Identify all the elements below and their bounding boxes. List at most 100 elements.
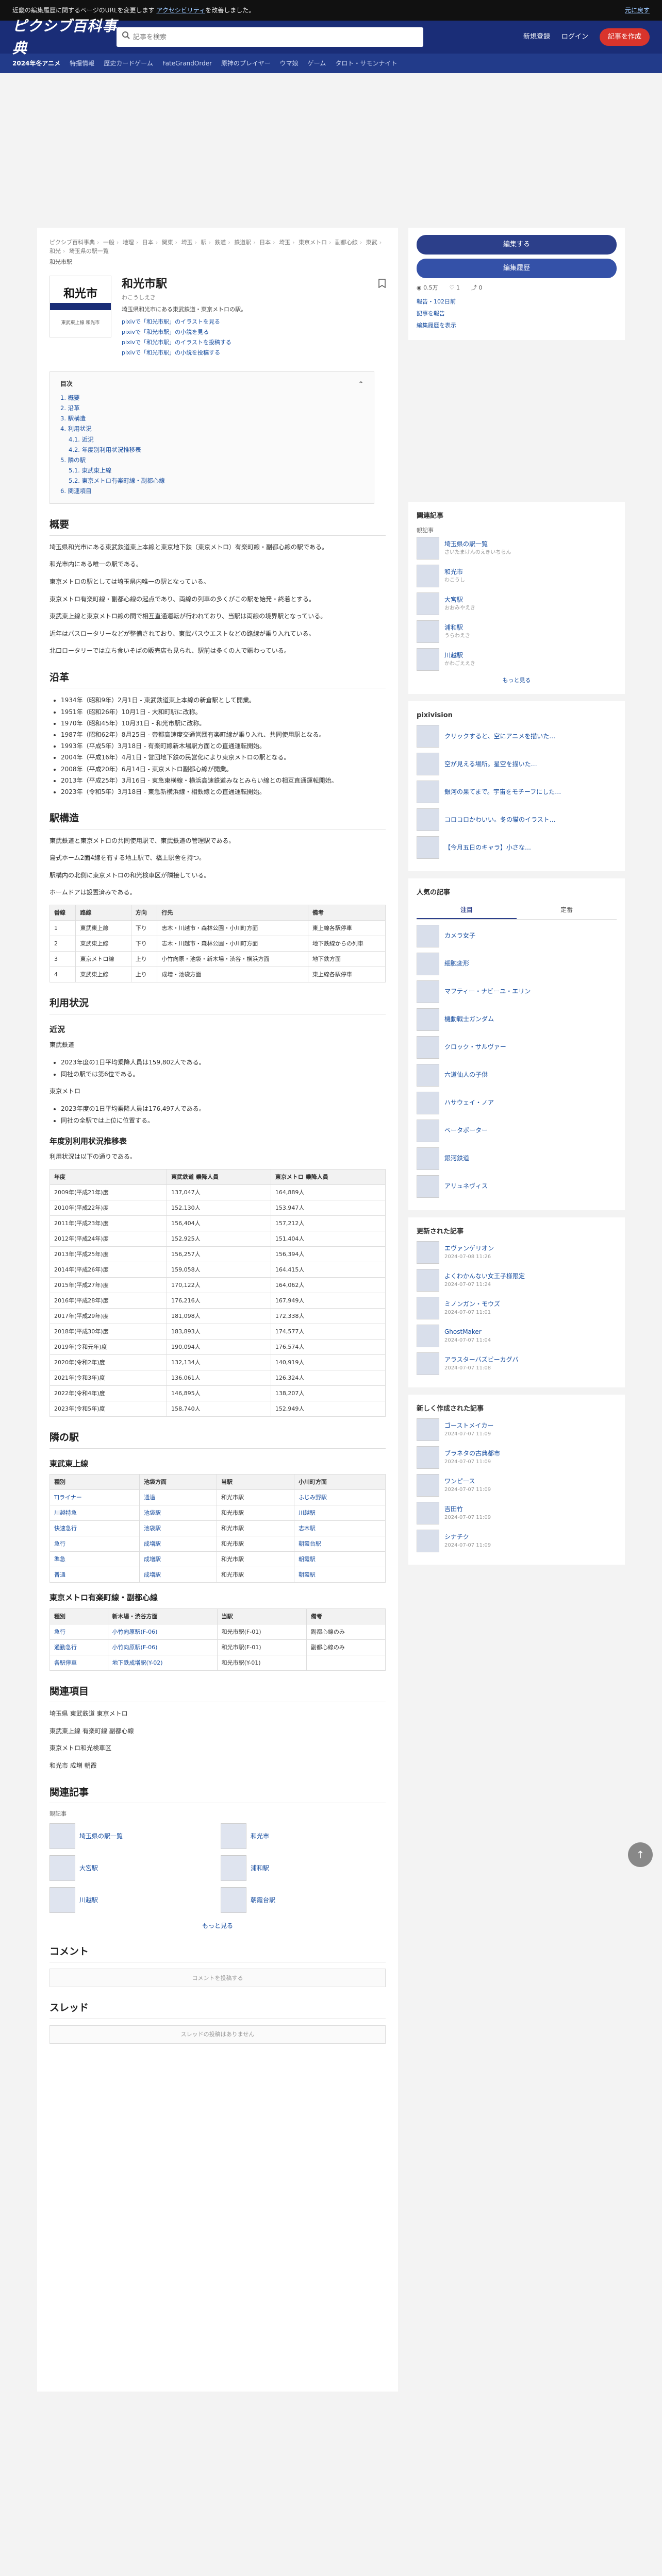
table-cell[interactable]: 志木・川越市・森林公園・小川町方面 bbox=[157, 920, 308, 936]
create-article-button[interactable]: 記事を作成 bbox=[599, 28, 650, 46]
breadcrumb-item[interactable]: 鉄道 bbox=[214, 239, 226, 246]
site-logo[interactable]: ピクシブ百科事典 bbox=[12, 15, 127, 60]
table-cell[interactable]: 成増・池袋方面 bbox=[157, 967, 308, 983]
updated-item[interactable]: よくわかんない女王子様限定 2024-07-07 11:24 bbox=[417, 1268, 617, 1292]
new-item-title[interactable]: ゴーストメイカー bbox=[444, 1421, 493, 1431]
table-cell[interactable]: 池袋駅 bbox=[139, 1505, 217, 1521]
updated-item[interactable]: ミノンガン・モウズ 2024-07-07 11:01 bbox=[417, 1296, 617, 1319]
table-cell[interactable]: 川越特急 bbox=[49, 1505, 140, 1521]
toc-item[interactable]: 5. 隣の駅 bbox=[60, 455, 363, 465]
table-cell[interactable]: 朝霞駅 bbox=[293, 1567, 386, 1583]
popular-item-title[interactable]: 六道仙人の子供 bbox=[444, 1070, 488, 1080]
toc-item[interactable]: 4.2. 年度別利用状況推移表 bbox=[60, 445, 363, 455]
popular-item-title[interactable]: マフティー・ナビーユ・エリン bbox=[444, 987, 531, 996]
table-cell[interactable]: 東武東上線 bbox=[75, 967, 131, 983]
search-input[interactable] bbox=[133, 33, 418, 41]
pixivision-item-title[interactable]: 銀河の果てまで。宇宙をモチーフにした… bbox=[444, 787, 561, 797]
breadcrumb-item[interactable]: 埼玉 bbox=[279, 239, 290, 246]
popular-item-title[interactable]: アリュネヴィス bbox=[444, 1181, 488, 1191]
register-link[interactable]: 新規登録 bbox=[523, 32, 550, 42]
breadcrumb-item[interactable]: 関東 bbox=[162, 239, 173, 246]
report-link[interactable]: 記事を報告 bbox=[417, 309, 617, 318]
edit-button[interactable]: 編集する bbox=[417, 235, 617, 255]
breadcrumb-item[interactable]: 東武 bbox=[366, 239, 377, 246]
nav-item-2[interactable]: 歴史カードゲーム bbox=[104, 59, 153, 69]
table-cell[interactable]: 川越駅 bbox=[293, 1505, 386, 1521]
sidebar-related-title[interactable]: 川越駅 bbox=[444, 651, 475, 660]
breadcrumb-item[interactable]: 一般 bbox=[103, 239, 114, 246]
pixiv-link[interactable]: pixivで「和光市駅」の小説を見る bbox=[122, 327, 386, 337]
more-link[interactable]: もっと見る bbox=[49, 1921, 386, 1931]
toc-item[interactable]: 3. 駅構造 bbox=[60, 413, 363, 423]
related-article-card[interactable]: 埼玉県の駅一覧 bbox=[49, 1823, 214, 1850]
sidebar-related-title[interactable]: 和光市 bbox=[444, 567, 465, 577]
popular-item[interactable]: ハサウェイ・ノア bbox=[417, 1091, 617, 1114]
report-info[interactable]: 報告・102日前 bbox=[417, 297, 617, 306]
pixivision-item[interactable]: クリックすると、空にアニメを描いた… bbox=[417, 724, 617, 748]
toc-item[interactable]: 5.2. 東京メトロ有楽町線・副都心線 bbox=[60, 476, 363, 486]
announcement-undo-link[interactable]: 元に戻す bbox=[625, 6, 650, 15]
popular-item[interactable]: 六道仙人の子供 bbox=[417, 1063, 617, 1087]
new-item-title[interactable]: 吉田竹 bbox=[444, 1504, 491, 1514]
pixivision-item-title[interactable]: コロコロかわいい。冬の猫のイラスト… bbox=[444, 815, 556, 825]
breadcrumb-item[interactable]: 和光 bbox=[49, 248, 61, 255]
breadcrumb-item[interactable]: 日本 bbox=[142, 239, 154, 246]
pixivision-item-title[interactable]: 【今月五日のキャラ】小さな… bbox=[444, 843, 531, 853]
popular-item[interactable]: 銀河鉄道 bbox=[417, 1147, 617, 1170]
table-cell[interactable]: 小竹向原・池袋・新木場・渋谷・横浜方面 bbox=[157, 951, 308, 968]
nav-item-4[interactable]: 原神のプレイヤー bbox=[221, 59, 271, 69]
pixivision-item[interactable]: 【今月五日のキャラ】小さな… bbox=[417, 836, 617, 859]
sidebar-related-title[interactable]: 浦和駅 bbox=[444, 623, 470, 633]
article-thumbnail[interactable]: 和光市 東武東上線 和光市 bbox=[49, 276, 111, 338]
breadcrumb-item[interactable]: 副都心線 bbox=[335, 239, 358, 246]
table-cell[interactable]: 急行 bbox=[49, 1623, 108, 1640]
pixiv-link[interactable]: pixivで「和光市駅」のイラストを投稿する bbox=[122, 337, 386, 348]
breadcrumb-item[interactable]: 地理 bbox=[123, 239, 134, 246]
sidebar-related-title[interactable]: 大宮駅 bbox=[444, 595, 475, 605]
table-cell[interactable]: 東武東上線 bbox=[75, 935, 131, 952]
related-article-card[interactable]: 川越駅 bbox=[49, 1887, 214, 1913]
updated-item[interactable]: エヴァンゲリオン 2024-07-08 11:26 bbox=[417, 1241, 617, 1264]
related-link-line[interactable]: 東武東上線 有楽町線 副都心線 bbox=[49, 1726, 386, 1737]
new-item[interactable]: シナチク 2024-07-07 11:09 bbox=[417, 1529, 617, 1552]
popular-item[interactable]: 機動戦士ガンダム bbox=[417, 1008, 617, 1031]
updated-item-title[interactable]: GhostMaker bbox=[444, 1327, 491, 1337]
nav-item-7[interactable]: タロト・サモンナイト bbox=[335, 59, 397, 69]
table-cell[interactable]: 成増駅 bbox=[139, 1551, 217, 1568]
nav-item-6[interactable]: ゲーム bbox=[308, 59, 326, 69]
popular-item[interactable]: カメラ女子 bbox=[417, 924, 617, 947]
table-cell[interactable]: 地下鉄成増駅(Y-02) bbox=[107, 1654, 218, 1671]
breadcrumb-item[interactable]: 埼玉 bbox=[181, 239, 193, 246]
sidebar-related-item[interactable]: 浦和駅 うらわえき bbox=[417, 620, 617, 643]
chevron-up-icon[interactable]: ⌃ bbox=[358, 379, 363, 389]
table-cell[interactable]: 成増駅 bbox=[139, 1536, 217, 1552]
toc-item[interactable]: 4. 利用状況 bbox=[60, 423, 363, 434]
related-article-title[interactable]: 浦和駅 bbox=[251, 1863, 269, 1873]
table-cell[interactable]: 通過 bbox=[139, 1489, 217, 1506]
popular-item[interactable]: マフティー・ナビーユ・エリン bbox=[417, 980, 617, 1003]
table-cell[interactable]: ふじみ野駅 bbox=[293, 1489, 386, 1506]
table-cell[interactable]: 東武東上線 bbox=[75, 920, 131, 936]
related-article-card[interactable]: 浦和駅 bbox=[221, 1855, 386, 1882]
new-item[interactable]: ゴーストメイカー 2024-07-07 11:09 bbox=[417, 1418, 617, 1441]
table-cell[interactable]: TJライナー bbox=[49, 1489, 140, 1506]
sidebar-related-item[interactable]: 埼玉県の駅一覧 さいたまけんのえきいちらん bbox=[417, 536, 617, 560]
updated-item-title[interactable]: エヴァンゲリオン bbox=[444, 1244, 494, 1253]
table-cell[interactable]: 朝霞駅 bbox=[293, 1551, 386, 1568]
nav-item-5[interactable]: ウマ娘 bbox=[280, 59, 299, 69]
nav-item-0[interactable]: 2024年冬アニメ bbox=[12, 59, 60, 69]
updated-item[interactable]: アラスターバズビーカグバ 2024-07-07 11:08 bbox=[417, 1352, 617, 1375]
popular-item-title[interactable]: カメラ女子 bbox=[444, 931, 475, 941]
breadcrumb-item[interactable]: 日本 bbox=[259, 239, 271, 246]
new-item-title[interactable]: シナチク bbox=[444, 1532, 491, 1542]
breadcrumb-item[interactable]: 駅 bbox=[201, 239, 206, 246]
sidebar-related-title[interactable]: 埼玉県の駅一覧 bbox=[444, 539, 511, 549]
popular-item-title[interactable]: 細胞変形 bbox=[444, 959, 469, 969]
related-article-card[interactable]: 和光市 bbox=[221, 1823, 386, 1850]
related-link-line[interactable]: 和光市 成増 朝霞 bbox=[49, 1760, 386, 1772]
search-box[interactable] bbox=[117, 27, 423, 47]
nav-item-1[interactable]: 特撮情報 bbox=[70, 59, 94, 69]
view-history-link[interactable]: 編集履歴を表示 bbox=[417, 321, 617, 330]
related-article-title[interactable]: 埼玉県の駅一覧 bbox=[79, 1832, 123, 1841]
table-cell[interactable]: 小竹向原駅(F-06) bbox=[107, 1623, 218, 1640]
